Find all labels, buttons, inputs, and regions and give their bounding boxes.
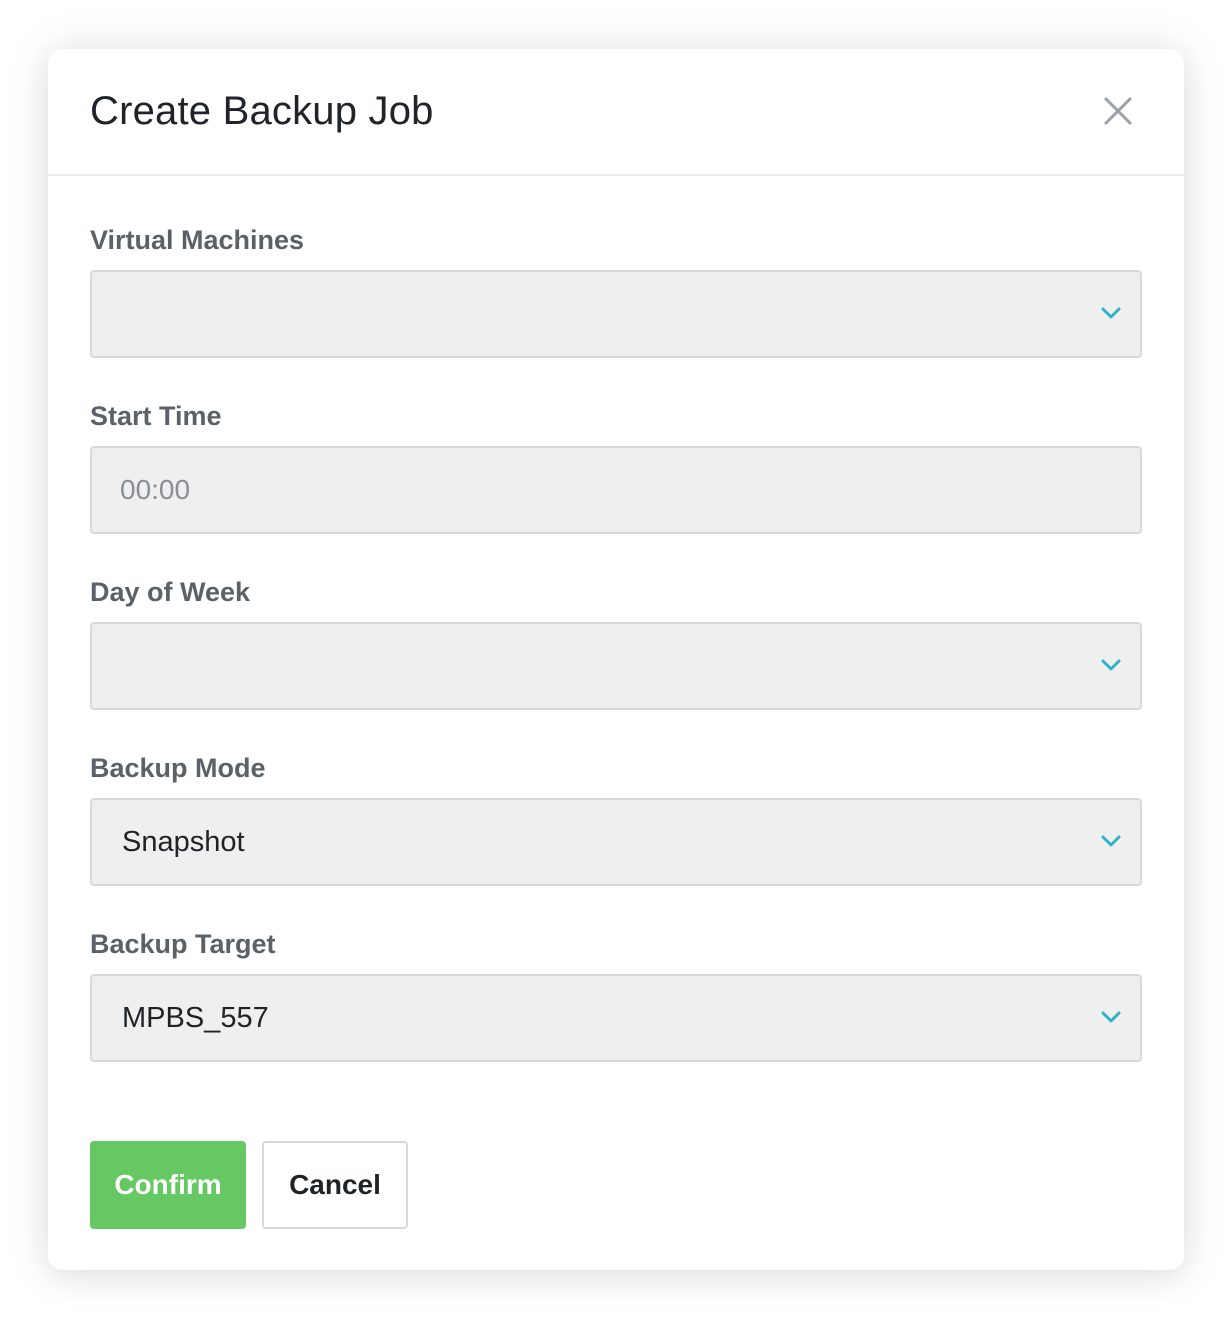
backup-mode-value: Snapshot: [122, 826, 245, 858]
backup-mode-field: Backup Mode Snapshot: [90, 752, 1142, 886]
backup-target-select[interactable]: MPBS_557: [90, 974, 1142, 1062]
chevron-down-icon: [1101, 659, 1121, 671]
day-of-week-field: Day of Week: [90, 576, 1142, 710]
close-icon: [1104, 97, 1132, 125]
backup-target-field: Backup Target MPBS_557: [90, 928, 1142, 1062]
backup-mode-select[interactable]: Snapshot: [90, 798, 1142, 886]
confirm-button[interactable]: Confirm: [90, 1141, 246, 1229]
chevron-down-icon: [1101, 307, 1121, 319]
chevron-down-icon: [1101, 835, 1121, 847]
backup-mode-label: Backup Mode: [90, 753, 266, 783]
virtual-machines-select[interactable]: [90, 270, 1142, 358]
chevron-down-icon: [1101, 1011, 1121, 1023]
start-time-field: Start Time 00:00: [90, 400, 1142, 534]
virtual-machines-field: Virtual Machines: [90, 224, 1142, 358]
close-button[interactable]: [1102, 95, 1134, 127]
dialog-header: Create Backup Job: [48, 49, 1184, 176]
day-of-week-select[interactable]: [90, 622, 1142, 710]
day-of-week-label: Day of Week: [90, 577, 251, 607]
virtual-machines-label: Virtual Machines: [90, 225, 305, 255]
create-backup-job-dialog: Create Backup Job Virtual Machines Start…: [48, 49, 1184, 1270]
start-time-label: Start Time: [90, 401, 222, 431]
cancel-button[interactable]: Cancel: [262, 1141, 408, 1229]
form-body: Virtual Machines Start Time 00:00 Day of…: [90, 224, 1142, 1062]
start-time-placeholder: 00:00: [120, 474, 191, 505]
backup-target-label: Backup Target: [90, 929, 276, 959]
backup-target-value: MPBS_557: [122, 1002, 269, 1034]
dialog-actions: Confirm Cancel: [90, 1141, 408, 1229]
start-time-input[interactable]: 00:00: [90, 446, 1142, 534]
dialog-title: Create Backup Job: [90, 89, 434, 133]
